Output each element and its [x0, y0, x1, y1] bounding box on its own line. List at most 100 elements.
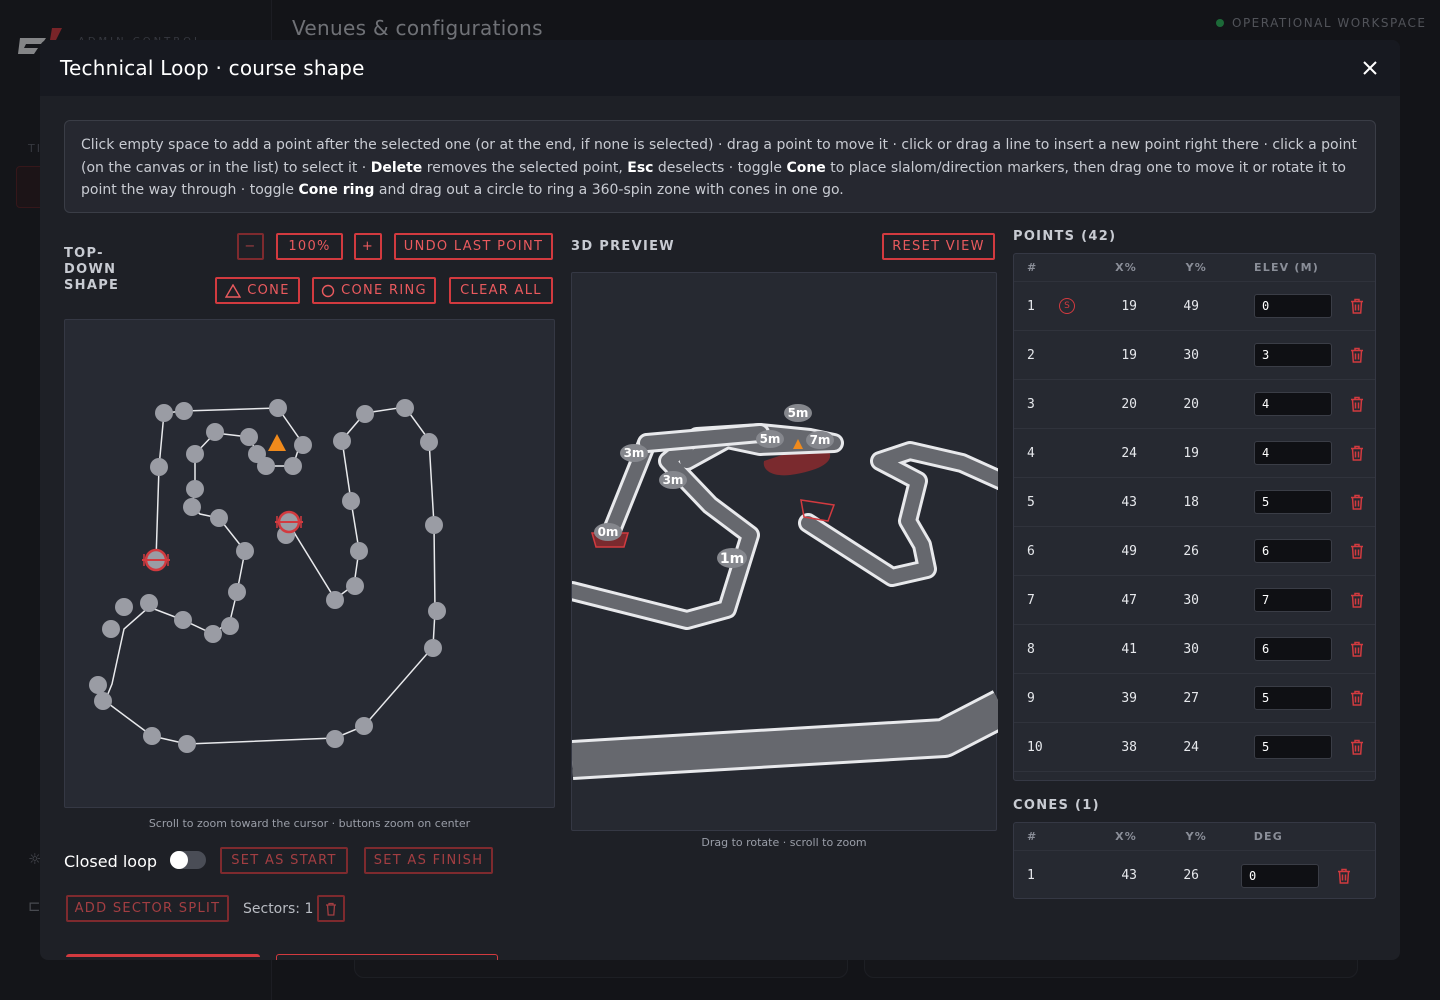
point-row[interactable]: 3 20 20 4	[1014, 380, 1375, 429]
clear-all-button[interactable]: CLEAR ALL	[449, 277, 553, 304]
track-point[interactable]	[326, 730, 344, 748]
point-row[interactable]: 1 S 19 49 0	[1014, 282, 1375, 331]
trash-icon[interactable]	[1350, 347, 1364, 363]
trash-icon[interactable]	[1350, 298, 1364, 314]
track-point[interactable]	[102, 620, 120, 638]
zoom-out-button[interactable]: −	[237, 233, 264, 260]
elevation-input[interactable]: 6	[1254, 637, 1332, 661]
track-point[interactable]	[186, 445, 204, 463]
point-row[interactable]: 8 41 30 6	[1014, 625, 1375, 674]
point-row[interactable]: 6 49 26 6	[1014, 527, 1375, 576]
instructions-key-cone-ring: Cone ring	[298, 182, 375, 198]
trash-icon[interactable]	[1350, 445, 1364, 461]
track-point[interactable]	[89, 676, 107, 694]
reset-view-button[interactable]: RESET VIEW	[882, 233, 995, 260]
track-point[interactable]	[183, 498, 201, 516]
track-point[interactable]	[350, 542, 368, 560]
track-point[interactable]	[428, 602, 446, 620]
elevation-input[interactable]: 7	[1254, 588, 1332, 612]
track-point[interactable]	[178, 735, 196, 753]
topdown-track-svg[interactable]	[65, 320, 556, 809]
degree-input[interactable]: 0	[1241, 863, 1319, 888]
track-point[interactable]	[236, 542, 254, 560]
track-point[interactable]	[248, 445, 266, 463]
trash-icon[interactable]	[1350, 494, 1364, 510]
add-sector-split-button[interactable]: ADD SECTOR SPLIT	[66, 895, 229, 922]
zoom-level-button[interactable]: 100%	[276, 233, 343, 260]
point-row[interactable]: 4 24 19 4	[1014, 429, 1375, 478]
elevation-input[interactable]: 4	[1254, 392, 1332, 416]
track-point[interactable]	[294, 436, 312, 454]
track-point[interactable]	[186, 480, 204, 498]
trash-icon	[326, 902, 336, 916]
track-point[interactable]	[424, 639, 442, 657]
track-point[interactable]	[425, 516, 443, 534]
track-points[interactable]	[89, 399, 446, 753]
trash-icon[interactable]	[1337, 868, 1351, 884]
trash-icon[interactable]	[1350, 690, 1364, 706]
trash-icon[interactable]	[1350, 592, 1364, 608]
save-button[interactable]	[66, 954, 260, 960]
point-row[interactable]: 5 43 18 5	[1014, 478, 1375, 527]
track-point[interactable]	[396, 399, 414, 417]
cancel-button[interactable]	[276, 954, 498, 960]
track-point[interactable]	[356, 405, 374, 423]
elevation-input[interactable]: 5	[1254, 686, 1332, 710]
track-point[interactable]	[175, 402, 193, 420]
undo-last-point-button[interactable]: UNDO LAST POINT	[394, 233, 553, 260]
finish-marker[interactable]	[275, 510, 303, 534]
topdown-canvas[interactable]	[64, 319, 555, 808]
set-as-start-button[interactable]: SET AS START	[220, 847, 348, 874]
trash-icon[interactable]	[1350, 739, 1364, 755]
track-point[interactable]	[210, 509, 228, 527]
track-point[interactable]	[342, 492, 360, 510]
track-point[interactable]	[94, 692, 112, 710]
track-point[interactable]	[333, 432, 351, 450]
track-point[interactable]	[155, 404, 173, 422]
track-point[interactable]	[221, 617, 239, 635]
track-point[interactable]	[228, 583, 246, 601]
track-point[interactable]	[284, 457, 302, 475]
point-row[interactable]: 10 38 24 5	[1014, 723, 1375, 772]
zoom-in-button[interactable]: +	[354, 233, 382, 260]
track-point[interactable]	[204, 625, 222, 643]
point-row[interactable]: 2 19 30 3	[1014, 331, 1375, 380]
track-point[interactable]	[346, 577, 364, 595]
cone-row[interactable]: 1 43 26 0	[1014, 851, 1375, 900]
preview-3d-canvas[interactable]: 5m 5m 7m 3m 3m 0m 1m	[571, 272, 998, 832]
track-point[interactable]	[150, 458, 168, 476]
cone-button[interactable]: CONE	[215, 277, 300, 304]
track-point[interactable]	[115, 598, 133, 616]
trash-icon[interactable]	[1350, 641, 1364, 657]
cone-marker-icon[interactable]	[268, 434, 286, 451]
elevation-input[interactable]: 5	[1254, 735, 1332, 759]
point-row[interactable]: 9 39 27 5	[1014, 674, 1375, 723]
elevation-input[interactable]: 4	[1254, 441, 1332, 465]
elevation-input[interactable]: 5	[1254, 490, 1332, 514]
preview-3d-svg[interactable]: 5m 5m 7m 3m 3m 0m 1m	[572, 273, 998, 832]
track-point[interactable]	[140, 594, 158, 612]
track-point[interactable]	[269, 399, 287, 417]
start-marker[interactable]	[142, 548, 170, 572]
point-row[interactable]: 7 47 30 7	[1014, 576, 1375, 625]
delete-sector-button[interactable]	[317, 895, 345, 922]
trash-icon[interactable]	[1350, 543, 1364, 559]
elevation-input[interactable]: 3	[1254, 343, 1332, 367]
track-point[interactable]	[174, 611, 192, 629]
trash-icon[interactable]	[1350, 396, 1364, 412]
track-lines[interactable]	[104, 406, 436, 745]
track-point[interactable]	[143, 727, 161, 745]
elevation-input[interactable]: 0	[1254, 294, 1332, 318]
track-point[interactable]	[355, 717, 373, 735]
set-as-finish-button[interactable]: SET AS FINISH	[364, 847, 493, 874]
elevation-input[interactable]: 6	[1254, 539, 1332, 563]
closed-loop-toggle[interactable]	[170, 851, 206, 869]
track-point[interactable]	[420, 433, 438, 451]
cone-y: 26	[1183, 868, 1199, 883]
track-point[interactable]	[240, 428, 258, 446]
close-button[interactable]	[1358, 56, 1382, 80]
col-header-x: X%	[1115, 830, 1137, 843]
cone-ring-button[interactable]: CONE RING	[312, 277, 436, 304]
track-point[interactable]	[206, 423, 224, 441]
track-point[interactable]	[326, 591, 344, 609]
